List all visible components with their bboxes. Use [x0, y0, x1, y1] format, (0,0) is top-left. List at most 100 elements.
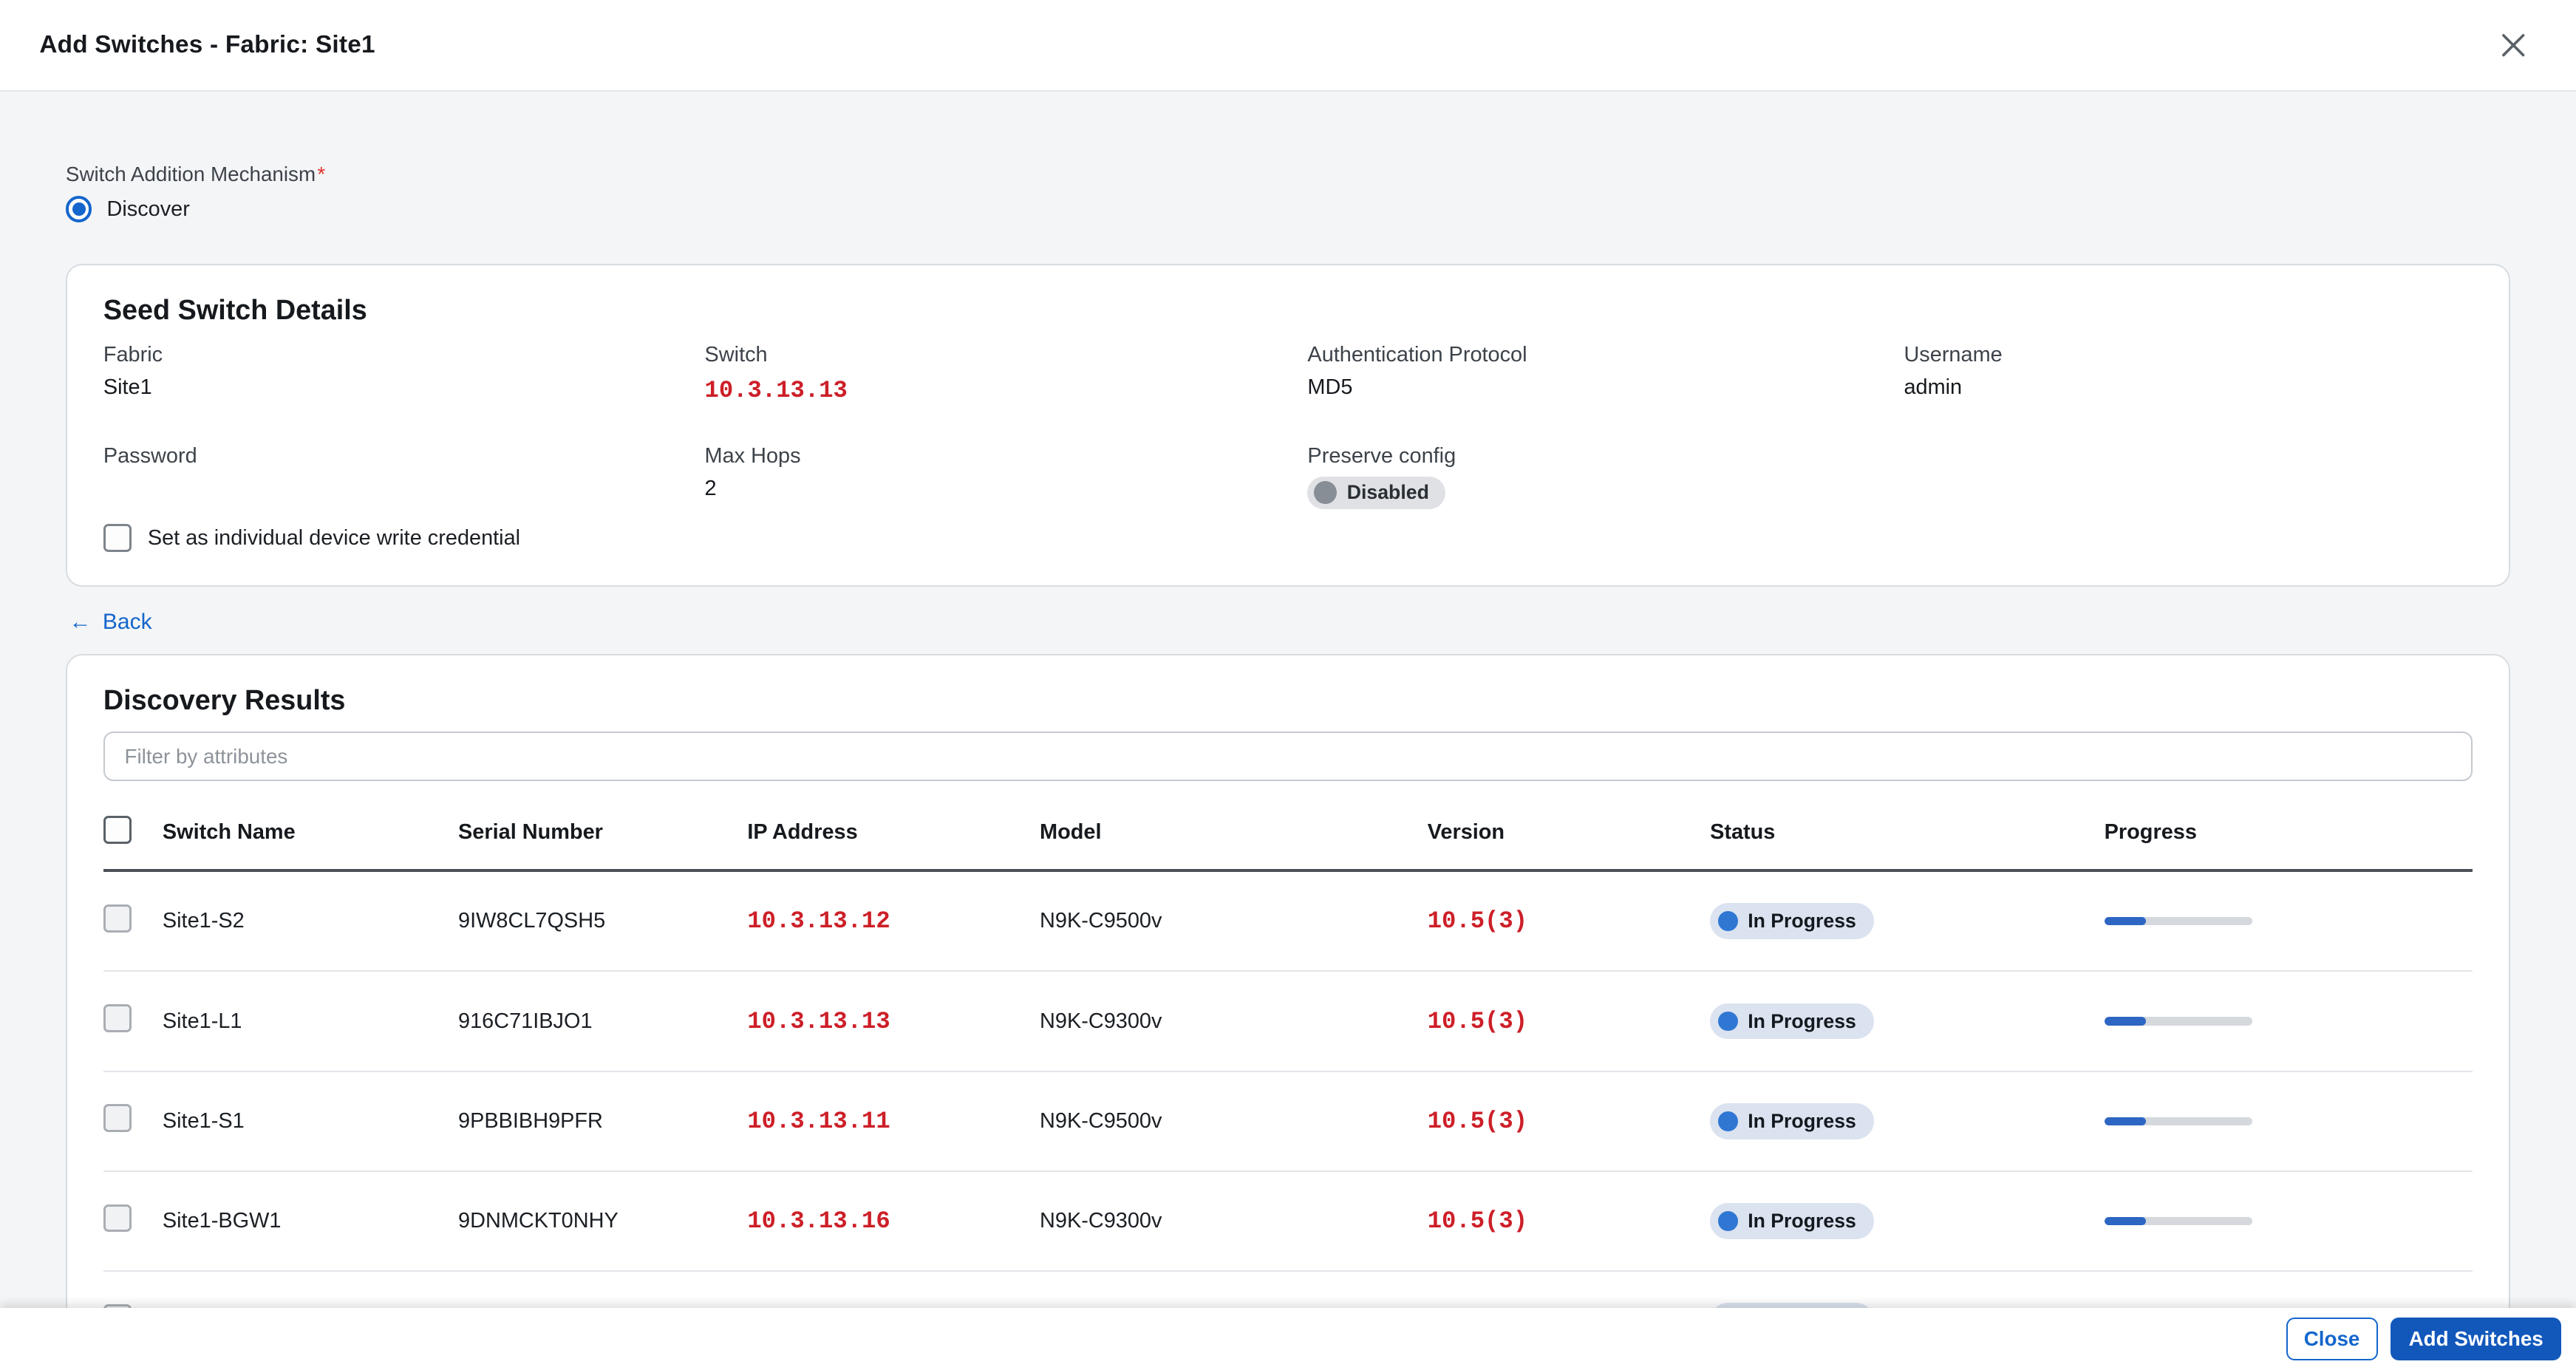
- table-row: Site1-S1 9PBBIBH9PFR 10.3.13.11 N9K-C950…: [103, 1071, 2473, 1171]
- seed-field-grid: Fabric Site1 Switch 10.3.13.13 Authentic…: [103, 343, 2473, 511]
- row-checkbox[interactable]: [103, 904, 132, 933]
- dialog-header: Add Switches - Fabric: Site1: [0, 0, 2576, 92]
- status-text: In Progress: [1748, 1110, 1856, 1133]
- dialog-body: Switch Addition Mechanism* Discover Seed…: [0, 163, 2576, 1370]
- model-cell: N9K-C9300v: [1040, 1171, 1428, 1271]
- status-badge: In Progress: [1710, 1203, 1874, 1239]
- preserve-config-toggle[interactable]: Disabled: [1307, 477, 1445, 509]
- version-cell: 10.5(3): [1428, 1171, 1710, 1271]
- username-value: admin: [1904, 375, 2473, 400]
- discover-radio[interactable]: Discover: [66, 196, 190, 222]
- version-cell: 10.5(3): [1428, 971, 1710, 1071]
- checkbox-icon: [103, 524, 132, 552]
- table-row: Site1-BGW1 9DNMCKT0NHY 10.3.13.16 N9K-C9…: [103, 1171, 2473, 1271]
- table-row: Site1-S2 9IW8CL7QSH5 10.3.13.12 N9K-C950…: [103, 870, 2473, 971]
- preserve-config-label: Preserve config: [1307, 444, 1904, 468]
- serial-cell: 9DNMCKT0NHY: [458, 1171, 747, 1271]
- fabric-field: Fabric Site1: [103, 343, 705, 404]
- required-asterisk: *: [317, 163, 325, 185]
- back-arrow-icon: ←: [69, 610, 91, 635]
- progress-bar: [2105, 1117, 2252, 1125]
- progress-bar: [2105, 1017, 2252, 1025]
- write-credential-label: Set as individual device write credentia…: [148, 526, 520, 551]
- page-title: Add Switches - Fabric: Site1: [39, 31, 375, 59]
- status-dot-icon: [1718, 911, 1738, 931]
- switch-name-cell: Site1-BGW1: [163, 1171, 458, 1271]
- password-value: [103, 477, 705, 501]
- table-header-row: Switch Name Serial Number IP Address Mod…: [103, 805, 2473, 870]
- password-label: Password: [103, 444, 705, 468]
- model-cell: N9K-C9500v: [1040, 870, 1428, 971]
- model-cell: N9K-C9500v: [1040, 1071, 1428, 1171]
- write-credential-checkbox[interactable]: Set as individual device write credentia…: [103, 524, 520, 552]
- select-all-checkbox[interactable]: [103, 816, 132, 844]
- discover-radio-label: Discover: [106, 197, 189, 222]
- auth-protocol-label: Authentication Protocol: [1307, 343, 1904, 367]
- mechanism-label-text: Switch Addition Mechanism: [66, 163, 316, 185]
- table-row: Site1-L1 916C71IBJO1 10.3.13.13 N9K-C930…: [103, 971, 2473, 1071]
- password-field: Password: [103, 444, 705, 511]
- empty-grid-cell: [1904, 444, 2473, 511]
- col-ip-address: IP Address: [747, 805, 1040, 870]
- col-version: Version: [1428, 805, 1710, 870]
- model-cell: N9K-C9300v: [1040, 971, 1428, 1071]
- username-field: Username admin: [1904, 343, 2473, 404]
- ip-cell: 10.3.13.11: [747, 1071, 1040, 1171]
- col-progress: Progress: [2105, 805, 2473, 870]
- status-badge: In Progress: [1710, 1103, 1874, 1139]
- version-cell: 10.5(3): [1428, 870, 1710, 971]
- row-checkbox[interactable]: [103, 1204, 132, 1233]
- dialog-footer: Close Add Switches: [0, 1308, 2576, 1370]
- switch-name-cell: Site1-S1: [163, 1071, 458, 1171]
- filter-input[interactable]: [103, 732, 2473, 781]
- toggle-knob-icon: [1314, 481, 1337, 504]
- col-status: Status: [1710, 805, 2105, 870]
- radio-selected-icon: [66, 196, 92, 222]
- ip-cell: 10.3.13.12: [747, 870, 1040, 971]
- ip-cell: 10.3.13.13: [747, 971, 1040, 1071]
- serial-cell: 916C71IBJO1: [458, 971, 747, 1071]
- seed-switch-details-card: Seed Switch Details Fabric Site1 Switch …: [66, 264, 2510, 587]
- max-hops-field: Max Hops 2: [705, 444, 1308, 511]
- status-dot-icon: [1718, 1111, 1738, 1131]
- status-badge: In Progress: [1710, 903, 1874, 939]
- back-link[interactable]: ← Back: [69, 610, 151, 635]
- discovery-results-card: Discovery Results Switch Name Serial Num…: [66, 654, 2510, 1370]
- username-label: Username: [1904, 343, 2473, 367]
- add-switches-button[interactable]: Add Switches: [2391, 1318, 2561, 1360]
- seed-details-title: Seed Switch Details: [103, 295, 2473, 327]
- row-checkbox[interactable]: [103, 1004, 132, 1032]
- row-checkbox[interactable]: [103, 1104, 132, 1132]
- col-model: Model: [1040, 805, 1428, 870]
- status-dot-icon: [1718, 1012, 1738, 1032]
- max-hops-value: 2: [705, 477, 1308, 501]
- back-link-label: Back: [103, 610, 152, 635]
- discovery-results-table: Switch Name Serial Number IP Address Mod…: [103, 805, 2473, 1370]
- add-switches-dialog: Add Switches - Fabric: Site1 Switch Addi…: [0, 0, 2576, 1370]
- preserve-config-field: Preserve config Disabled: [1307, 444, 1904, 511]
- switch-label: Switch: [705, 343, 1308, 367]
- switch-name-cell: Site1-S2: [163, 870, 458, 971]
- version-cell: 10.5(3): [1428, 1071, 1710, 1171]
- serial-cell: 9PBBIBH9PFR: [458, 1071, 747, 1171]
- ip-cell: 10.3.13.16: [747, 1171, 1040, 1271]
- status-text: In Progress: [1748, 910, 1856, 933]
- status-badge: In Progress: [1710, 1003, 1874, 1040]
- close-button[interactable]: Close: [2286, 1318, 2378, 1360]
- fabric-value: Site1: [103, 375, 705, 400]
- auth-protocol-field: Authentication Protocol MD5: [1307, 343, 1904, 404]
- close-icon[interactable]: [2490, 22, 2536, 68]
- serial-cell: 9IW8CL7QSH5: [458, 870, 747, 971]
- col-switch-name: Switch Name: [163, 805, 458, 870]
- col-serial-number: Serial Number: [458, 805, 747, 870]
- auth-protocol-value: MD5: [1307, 375, 1904, 400]
- status-text: In Progress: [1748, 1210, 1856, 1233]
- status-text: In Progress: [1748, 1010, 1856, 1033]
- switch-field: Switch 10.3.13.13: [705, 343, 1308, 404]
- mechanism-label: Switch Addition Mechanism*: [66, 163, 2510, 186]
- progress-bar: [2105, 1217, 2252, 1225]
- max-hops-label: Max Hops: [705, 444, 1308, 468]
- switch-name-cell: Site1-L1: [163, 971, 458, 1071]
- progress-bar: [2105, 917, 2252, 925]
- fabric-label: Fabric: [103, 343, 705, 367]
